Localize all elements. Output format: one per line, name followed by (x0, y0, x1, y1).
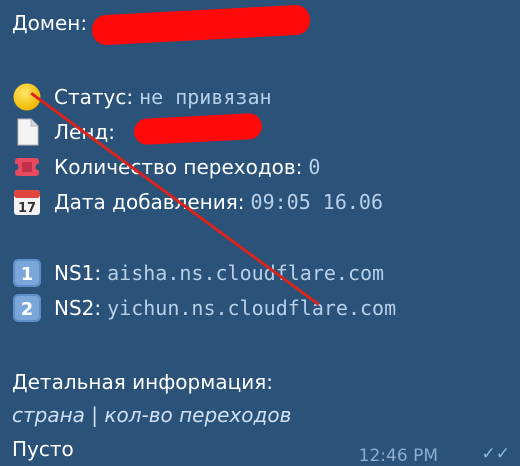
date-value: 09:05 16.06 (250, 190, 383, 214)
ns2-label: NS2: (54, 296, 102, 320)
keycap-2-icon: 2 (12, 293, 42, 323)
ns2-row: 2 NS2: yichun.ns.cloudflare.com (12, 293, 396, 323)
calendar-icon: 17 (12, 187, 42, 217)
clicks-value: 0 (308, 155, 321, 179)
domain-row: Домен: (12, 10, 87, 36)
details-title-row: Детальная информация: (12, 369, 273, 395)
details-value: Пусто (12, 437, 74, 461)
status-value: не привязан (139, 85, 272, 109)
ns1-label: NS1: (54, 261, 102, 285)
date-row: 17 Дата добавления: 09:05 16.06 (12, 187, 383, 217)
domain-redaction (91, 4, 311, 46)
details-title: Детальная информация: (12, 370, 273, 394)
ticket-icon (12, 152, 42, 182)
message-bubble: Домен: Статус: не привязан Ленд: Количес… (0, 0, 520, 466)
svg-text:17: 17 (18, 201, 36, 216)
svg-text:1: 1 (21, 264, 34, 285)
keycap-1-icon: 1 (12, 258, 42, 288)
clicks-row: Количество переходов: 0 (12, 152, 320, 182)
domain-label: Домен: (12, 11, 88, 35)
page-icon (12, 117, 42, 147)
details-header: страна | кол-во переходов (12, 403, 292, 427)
clicks-label: Количество переходов: (54, 155, 303, 179)
ns2-value[interactable]: yichun.ns.cloudflare.com (107, 295, 396, 321)
land-redaction (133, 112, 263, 146)
details-value-row: Пусто (12, 436, 74, 462)
message-time: 12:46 PM (358, 446, 438, 466)
date-label: Дата добавления: (54, 190, 245, 214)
details-header-row: страна | кол-во переходов (12, 402, 291, 428)
double-check-icon: ✓✓ (481, 444, 511, 464)
ns1-value[interactable]: aisha.ns.cloudflare.com (107, 260, 384, 286)
ns1-row: 1 NS1: aisha.ns.cloudflare.com (12, 258, 384, 288)
status-label: Статус: (54, 85, 134, 109)
svg-text:2: 2 (21, 299, 34, 320)
